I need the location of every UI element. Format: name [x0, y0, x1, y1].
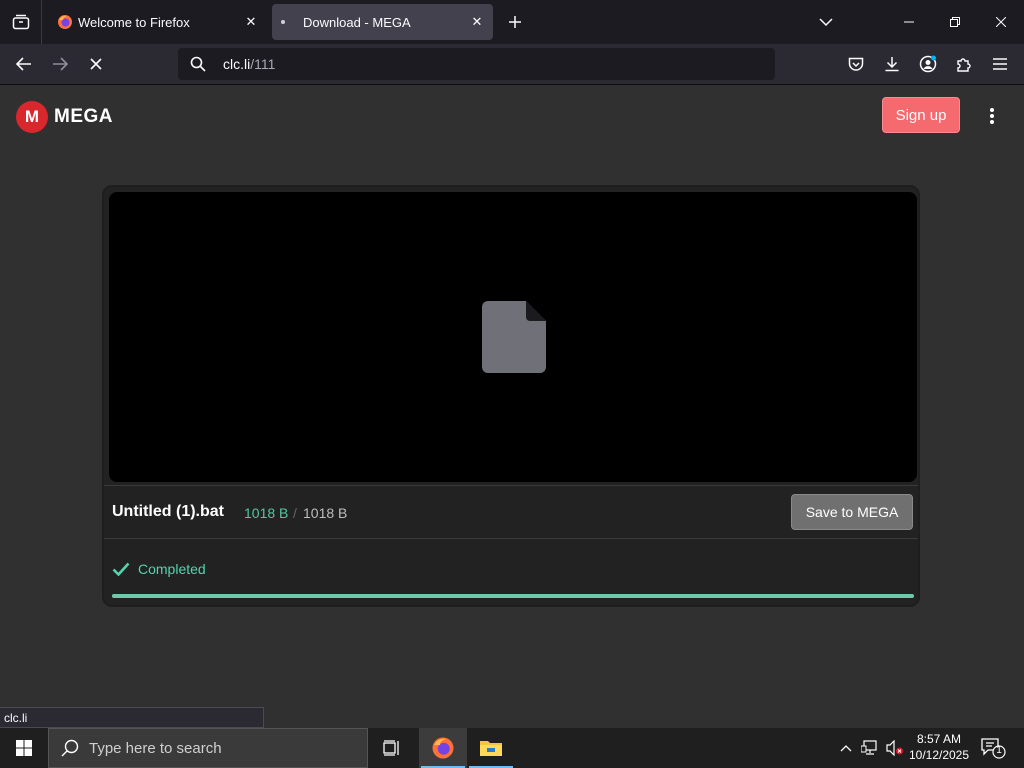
status-text: Completed	[138, 561, 206, 577]
list-all-tabs-button[interactable]	[812, 8, 840, 36]
extensions-button[interactable]	[949, 50, 979, 78]
taskbar-firefox[interactable]	[419, 728, 467, 768]
more-options-icon[interactable]	[982, 105, 1002, 127]
taskbar-file-explorer[interactable]	[467, 728, 515, 768]
mega-logo[interactable]: M MEGA	[16, 101, 113, 133]
chevron-down-icon	[819, 18, 833, 27]
file-name: Untitled (1).bat	[112, 503, 224, 520]
stop-icon	[90, 58, 102, 70]
back-arrow-icon	[16, 57, 31, 71]
total-size: 1018 B	[303, 505, 348, 521]
tab-download-mega[interactable]: Download - MEGA ✕	[272, 4, 493, 40]
clock-date: 10/12/2025	[908, 748, 970, 762]
task-view-button[interactable]	[368, 728, 416, 768]
url-bar[interactable]: clc.li/111	[178, 48, 775, 80]
size-separator: /	[293, 505, 297, 521]
clock-time: 8:57 AM	[916, 732, 962, 746]
nav-bar: clc.li/111	[0, 44, 1024, 85]
tab-strip: Welcome to Firefox ✕ Download - MEGA ✕	[0, 0, 1024, 44]
windows-icon	[16, 740, 32, 756]
file-info-row: Untitled (1).bat 1018 B / 1018 B Save to…	[104, 485, 918, 539]
task-view-icon	[383, 740, 399, 756]
close-tab-icon[interactable]: ✕	[239, 10, 263, 34]
hamburger-menu-icon	[993, 58, 1007, 70]
firefox-icon	[432, 737, 454, 759]
network-icon[interactable]	[860, 738, 880, 758]
progress-fill	[112, 594, 914, 598]
download-icon	[885, 57, 899, 72]
back-button[interactable]	[9, 50, 39, 78]
plus-icon	[509, 16, 521, 28]
forward-arrow-icon	[53, 57, 68, 71]
restore-button[interactable]	[932, 0, 978, 44]
search-icon	[61, 739, 81, 757]
file-preview	[109, 192, 917, 482]
search-placeholder: Type here to search	[89, 739, 222, 757]
close-window-button[interactable]	[978, 0, 1024, 44]
downloaded-size: 1018 B	[244, 505, 289, 521]
tab-manager-icon	[12, 14, 29, 30]
action-center-button[interactable]: 1	[980, 736, 1006, 760]
account-icon	[919, 55, 937, 73]
mega-logo-text: MEGA	[54, 106, 113, 127]
taskbar-clock[interactable]: 8:57 AM 10/12/2025	[906, 731, 972, 763]
save-to-mega-button[interactable]: Save to MEGA	[791, 494, 913, 530]
tab-welcome-to-firefox[interactable]: Welcome to Firefox ✕	[47, 4, 267, 40]
url-path: /111	[250, 56, 276, 72]
mega-page: M MEGA Sign up Untitled (1).bat 1018 B /…	[0, 85, 1024, 728]
show-hidden-icons-button[interactable]	[836, 738, 856, 758]
file-icon	[482, 301, 546, 373]
search-icon	[190, 56, 210, 72]
download-card: Untitled (1).bat 1018 B / 1018 B Save to…	[102, 185, 920, 607]
url-host: clc.li	[223, 56, 251, 72]
forward-button[interactable]	[45, 50, 75, 78]
tab-title: Download - MEGA	[303, 14, 411, 30]
url-text: clc.li/111	[223, 56, 275, 72]
mega-logo-icon: M	[16, 101, 48, 133]
folder-icon	[480, 741, 502, 756]
tab-manager-button[interactable]	[0, 0, 42, 44]
notification-count: 1	[996, 745, 1002, 756]
loading-dot-icon	[281, 20, 285, 24]
firefox-icon	[56, 13, 74, 31]
new-tab-button[interactable]	[502, 8, 528, 36]
restore-icon	[950, 17, 960, 27]
sign-up-button[interactable]: Sign up	[882, 97, 960, 133]
minimize-button[interactable]	[886, 0, 932, 44]
chevron-up-icon	[840, 745, 852, 752]
pocket-icon	[848, 57, 864, 71]
progress-bar	[112, 594, 914, 598]
checkmark-icon	[112, 559, 132, 579]
volume-muted-icon[interactable]	[885, 738, 905, 758]
minimize-icon	[904, 21, 914, 23]
download-status: Completed	[112, 559, 206, 579]
taskbar-search-box[interactable]: Type here to search	[48, 728, 368, 768]
account-button[interactable]	[913, 50, 943, 78]
link-status-tooltip: clc.li	[0, 707, 264, 728]
start-button[interactable]	[0, 728, 48, 768]
puzzle-icon	[957, 58, 971, 72]
stop-button[interactable]	[81, 50, 111, 78]
pocket-button[interactable]	[841, 50, 871, 78]
downloads-button[interactable]	[877, 50, 907, 78]
close-tab-icon[interactable]: ✕	[465, 10, 489, 34]
taskbar: Type here to search 8:57 AM 10/12/2025 1	[0, 728, 1024, 768]
close-icon	[996, 17, 1006, 27]
tab-title: Welcome to Firefox	[78, 14, 190, 30]
app-menu-button[interactable]	[985, 50, 1015, 78]
